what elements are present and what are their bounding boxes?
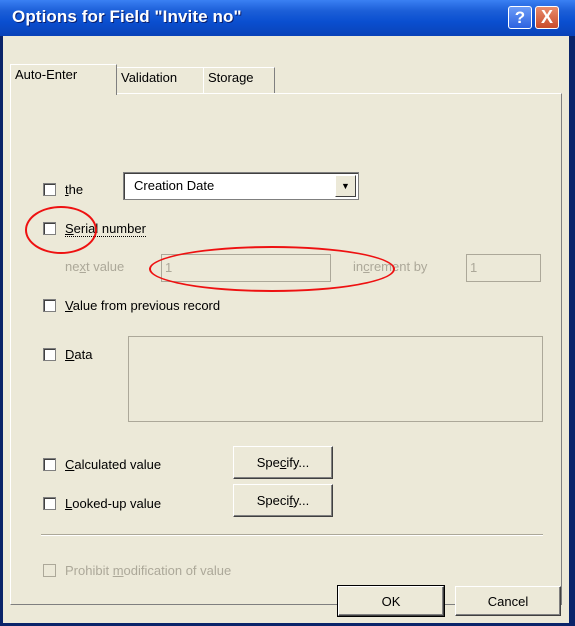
lookup-specify-button[interactable]: Speci f y... (233, 484, 333, 517)
creation-date-select[interactable]: Creation Date ▼ (123, 172, 359, 200)
next-value-label: next value (65, 259, 125, 274)
calculated-value-checkbox[interactable] (43, 458, 56, 471)
options-dialog: Options for Field "Invite no" ? X Auto-E… (0, 0, 575, 626)
data-label: Data (65, 347, 93, 362)
close-icon: X (540, 7, 553, 27)
ok-button[interactable]: OK (337, 585, 445, 617)
chevron-down-icon[interactable]: ▼ (335, 175, 356, 197)
the-label: the (65, 182, 84, 197)
prohibit-modification-label: Prohibit modification of value (65, 563, 232, 578)
increment-by-field[interactable]: 1 (466, 254, 541, 282)
the-checkbox[interactable] (43, 183, 56, 196)
previous-record-label: Value from previous record (65, 298, 221, 313)
looked-up-value-label: Looked-up value (65, 496, 162, 511)
select-value: Creation Date (134, 178, 215, 193)
title-bar[interactable]: Options for Field "Invite no" ? X (0, 0, 575, 36)
help-icon: ? (514, 7, 526, 27)
separator (41, 534, 543, 536)
data-checkbox[interactable] (43, 348, 56, 361)
help-button[interactable]: ? (508, 6, 532, 29)
annotation-ellipse-next-value (149, 246, 395, 292)
window-title: Options for Field "Invite no" (12, 7, 242, 26)
tab-storage[interactable]: Storage (203, 67, 275, 93)
prohibit-modification-checkbox[interactable] (43, 564, 56, 577)
annotation-circle-serial-checkbox (25, 206, 97, 254)
auto-enter-panel: the Creation Date ▼ Serial number next v… (10, 93, 562, 605)
dialog-client-area: Auto-Enter Validation Storage the Creati… (3, 36, 569, 623)
close-button[interactable]: X (535, 6, 559, 29)
tab-validation[interactable]: Validation (116, 67, 204, 93)
calculated-value-label: Calculated value (65, 457, 162, 472)
cancel-button[interactable]: Cancel (455, 586, 561, 616)
data-textarea[interactable] (128, 336, 543, 422)
looked-up-value-checkbox[interactable] (43, 497, 56, 510)
previous-record-checkbox[interactable] (43, 299, 56, 312)
tab-auto-enter[interactable]: Auto-Enter (10, 64, 117, 95)
calculated-specify-button[interactable]: Spe c ify... (233, 446, 333, 479)
